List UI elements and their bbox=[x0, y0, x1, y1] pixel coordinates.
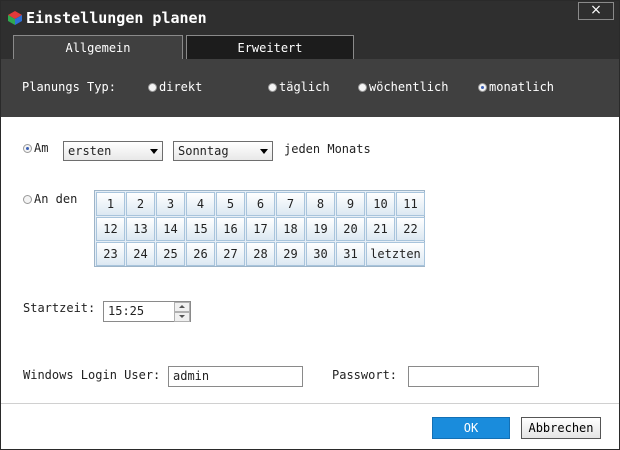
radio-woechentlich-indicator[interactable] bbox=[358, 82, 367, 92]
radio-direkt-indicator[interactable] bbox=[148, 82, 157, 92]
day-cell-28[interactable]: 28 bbox=[246, 242, 275, 266]
day-cell-31[interactable]: 31 bbox=[336, 242, 365, 266]
plan-type-label: Planungs Typ: bbox=[22, 80, 116, 94]
day-cell-last[interactable]: letzten bbox=[366, 242, 425, 266]
day-cell-15[interactable]: 15 bbox=[186, 217, 215, 241]
am-suffix-text: jeden Monats bbox=[284, 142, 371, 156]
login-user-input[interactable]: admin bbox=[168, 366, 303, 387]
radio-an-den-label: An den bbox=[34, 192, 78, 206]
start-time-label: Startzeit: bbox=[23, 301, 96, 315]
chevron-down-icon bbox=[260, 149, 268, 154]
app-logo-icon bbox=[8, 11, 22, 25]
login-user-label: Windows Login User: bbox=[23, 368, 161, 382]
radio-taeglich-indicator[interactable] bbox=[268, 82, 277, 92]
password-input[interactable] bbox=[408, 366, 539, 387]
start-time-spinner[interactable] bbox=[174, 302, 190, 322]
day-cell-24[interactable]: 24 bbox=[126, 242, 155, 266]
day-cell-30[interactable]: 30 bbox=[306, 242, 335, 266]
day-cell-16[interactable]: 16 bbox=[216, 217, 245, 241]
tab-allgemein[interactable]: Allgemein bbox=[13, 35, 183, 59]
radio-an-den[interactable]: An den bbox=[23, 192, 77, 206]
day-cell-17[interactable]: 17 bbox=[246, 217, 275, 241]
radio-monatlich-indicator[interactable] bbox=[478, 82, 487, 92]
day-cell-23[interactable]: 23 bbox=[96, 242, 125, 266]
day-cell-2[interactable]: 2 bbox=[126, 192, 155, 216]
footer-divider bbox=[1, 403, 619, 404]
radio-am[interactable]: Am bbox=[23, 141, 48, 155]
day-cell-22[interactable]: 22 bbox=[396, 217, 425, 241]
day-cell-20[interactable]: 20 bbox=[336, 217, 365, 241]
day-cell-27[interactable]: 27 bbox=[216, 242, 245, 266]
radio-taeglich-label: täglich bbox=[279, 80, 330, 94]
radio-direkt[interactable]: direkt bbox=[148, 80, 202, 94]
day-cell-18[interactable]: 18 bbox=[276, 217, 305, 241]
day-cell-6[interactable]: 6 bbox=[246, 192, 275, 216]
day-cell-26[interactable]: 26 bbox=[186, 242, 215, 266]
radio-taeglich[interactable]: täglich bbox=[268, 80, 330, 94]
window-title: Einstellungen planen bbox=[26, 9, 207, 27]
weekday-select-value: Sonntag bbox=[178, 144, 229, 158]
day-grid: 1 2 3 4 5 6 7 8 9 10 11 12 13 14 15 16 17 18 19 20 21 22 23 24 2… bbox=[94, 190, 425, 267]
chevron-down-icon bbox=[150, 149, 158, 154]
ordinal-select-value: ersten bbox=[68, 144, 112, 158]
cancel-button[interactable]: Abbrechen bbox=[521, 417, 601, 439]
day-cell-10[interactable]: 10 bbox=[366, 192, 395, 216]
day-cell-14[interactable]: 14 bbox=[156, 217, 185, 241]
start-time-value: 15:25 bbox=[108, 304, 145, 318]
radio-an-den-indicator[interactable] bbox=[23, 194, 32, 204]
day-cell-12[interactable]: 12 bbox=[96, 217, 125, 241]
password-label: Passwort: bbox=[332, 368, 398, 382]
title-bar: Einstellungen planen × bbox=[1, 1, 619, 35]
radio-am-indicator[interactable] bbox=[23, 143, 32, 153]
day-cell-3[interactable]: 3 bbox=[156, 192, 185, 216]
spin-down-icon[interactable] bbox=[174, 312, 190, 322]
radio-woechentlich-label: wöchentlich bbox=[369, 80, 449, 94]
day-cell-19[interactable]: 19 bbox=[306, 217, 335, 241]
day-cell-29[interactable]: 29 bbox=[276, 242, 305, 266]
day-cell-13[interactable]: 13 bbox=[126, 217, 155, 241]
day-cell-4[interactable]: 4 bbox=[186, 192, 215, 216]
day-cell-21[interactable]: 21 bbox=[366, 217, 395, 241]
radio-direkt-label: direkt bbox=[159, 80, 203, 94]
tab-erweitert[interactable]: Erweitert bbox=[186, 35, 354, 59]
spin-up-icon[interactable] bbox=[174, 302, 190, 312]
schedule-dialog: Einstellungen planen × Allgemein Erweite… bbox=[0, 0, 620, 450]
ordinal-select[interactable]: ersten bbox=[63, 141, 163, 161]
radio-monatlich-label: monatlich bbox=[489, 80, 555, 94]
day-cell-25[interactable]: 25 bbox=[156, 242, 185, 266]
weekday-select[interactable]: Sonntag bbox=[173, 141, 273, 161]
day-cell-5[interactable]: 5 bbox=[216, 192, 245, 216]
ok-button[interactable]: OK bbox=[432, 417, 510, 439]
close-button[interactable]: × bbox=[578, 2, 614, 20]
day-cell-9[interactable]: 9 bbox=[336, 192, 365, 216]
day-cell-11[interactable]: 11 bbox=[396, 192, 425, 216]
day-cell-7[interactable]: 7 bbox=[276, 192, 305, 216]
login-user-value: admin bbox=[173, 369, 210, 383]
tab-bar: Allgemein Erweitert bbox=[1, 35, 619, 59]
plan-type-bar: Planungs Typ: direkt täglich wöchentlich… bbox=[1, 59, 619, 117]
radio-monatlich[interactable]: monatlich bbox=[478, 80, 554, 94]
day-cell-8[interactable]: 8 bbox=[306, 192, 335, 216]
day-cell-1[interactable]: 1 bbox=[96, 192, 125, 216]
radio-am-label: Am bbox=[34, 141, 49, 155]
radio-woechentlich[interactable]: wöchentlich bbox=[358, 80, 448, 94]
